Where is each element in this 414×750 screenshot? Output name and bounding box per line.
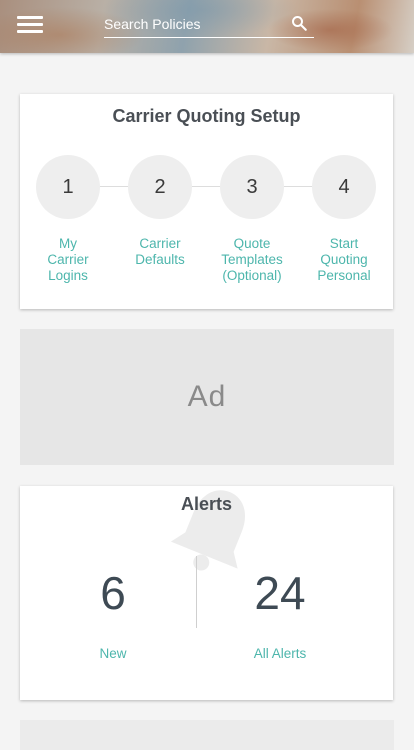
all-alerts-label: All Alerts xyxy=(253,646,307,661)
step-number: 1 xyxy=(36,155,100,219)
step-number: 2 xyxy=(128,155,192,219)
next-card-partial xyxy=(20,720,394,750)
setup-title: Carrier Quoting Setup xyxy=(112,106,301,126)
new-alerts-label: New xyxy=(99,646,127,661)
search-input[interactable] xyxy=(104,12,284,32)
step-start-quoting-personal[interactable]: 4 Start Quoting Personal xyxy=(304,155,384,284)
step-my-carrier-logins[interactable]: 1 My Carrier Logins xyxy=(28,155,108,284)
alerts-card: Alerts 6 New 24 All Alerts xyxy=(20,486,393,700)
step-label: Start Quoting Personal xyxy=(317,236,371,283)
step-label: Quote Templates (Optional) xyxy=(221,236,283,283)
hamburger-menu-icon[interactable] xyxy=(17,16,43,36)
step-carrier-defaults[interactable]: 2 Carrier Defaults xyxy=(120,155,200,268)
alerts-divider xyxy=(196,556,197,628)
search-icon[interactable] xyxy=(290,14,308,32)
carrier-quoting-setup-card: Carrier Quoting Setup 1 My Carrier Login… xyxy=(20,94,393,309)
all-alerts[interactable]: 24 All Alerts xyxy=(200,570,360,661)
step-label: My Carrier Logins xyxy=(47,236,89,283)
step-quote-templates[interactable]: 3 Quote Templates (Optional) xyxy=(212,155,292,284)
step-number: 4 xyxy=(312,155,376,219)
search-bar[interactable] xyxy=(104,12,314,38)
new-alerts-count: 6 xyxy=(100,567,126,619)
all-alerts-count: 24 xyxy=(254,567,306,619)
step-number: 3 xyxy=(220,155,284,219)
alerts-title: Alerts xyxy=(180,494,233,514)
new-alerts[interactable]: 6 New xyxy=(33,570,193,661)
app-header xyxy=(0,0,414,53)
step-label: Carrier Defaults xyxy=(135,236,185,267)
ad-banner[interactable]: Ad xyxy=(20,329,394,465)
